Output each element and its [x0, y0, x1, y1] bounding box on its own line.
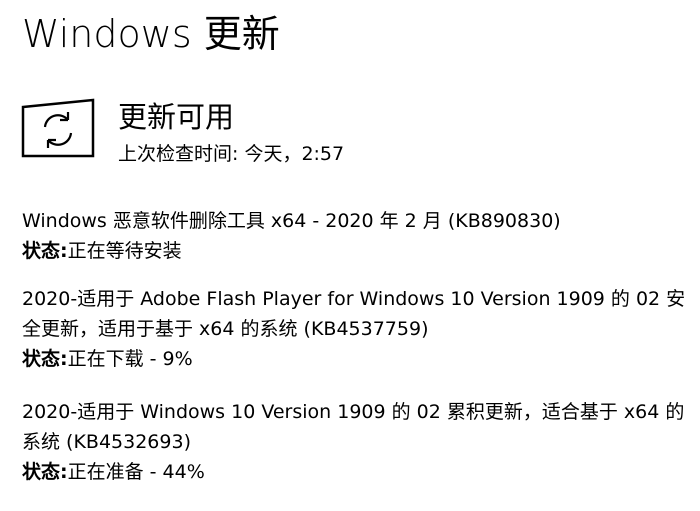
status-label: 状态:: [22, 348, 68, 370]
sync-arrows-icon: [20, 98, 96, 158]
update-status: 状态:正在等待安装: [22, 236, 692, 266]
status-label: 状态:: [22, 461, 68, 483]
status-value: 正在准备 - 44%: [67, 461, 205, 483]
update-item: 2020-适用于 Windows 10 Version 1909 的 02 累积…: [22, 397, 692, 487]
update-status-heading: 更新可用: [118, 100, 235, 134]
status-value: 正在等待安装: [67, 240, 182, 262]
update-title: 2020-适用于 Windows 10 Version 1909 的 02 累积…: [22, 401, 685, 453]
status-label: 状态:: [22, 240, 68, 262]
last-checked-time: 上次检查时间: 今天，2:57: [118, 143, 345, 165]
update-status: 状态:正在下载 - 9%: [22, 344, 692, 374]
update-item: Windows 恶意软件删除工具 x64 - 2020 年 2 月 (KB890…: [22, 206, 692, 266]
update-list: Windows 恶意软件删除工具 x64 - 2020 年 2 月 (KB890…: [22, 206, 692, 510]
page-title: Windows 更新: [22, 12, 280, 56]
status-value: 正在下载 - 9%: [67, 348, 193, 370]
update-item: 2020-适用于 Adobe Flash Player for Windows …: [22, 284, 692, 374]
update-title: 2020-适用于 Adobe Flash Player for Windows …: [22, 288, 686, 340]
update-title: Windows 恶意软件删除工具 x64 - 2020 年 2 月 (KB890…: [22, 210, 561, 232]
update-status: 状态:正在准备 - 44%: [22, 457, 692, 487]
